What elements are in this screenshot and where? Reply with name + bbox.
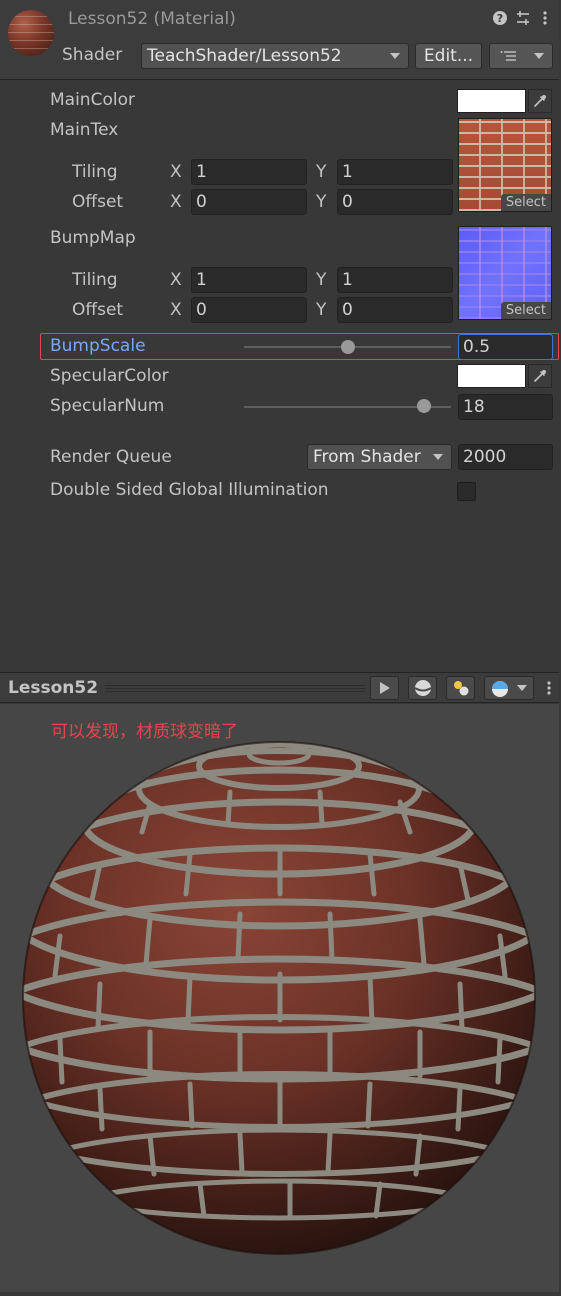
main-tex-tiling-y-field[interactable]: 1 [337, 159, 453, 185]
preview-background-button[interactable] [484, 676, 534, 700]
material-preview-area[interactable]: 可以发现，材质球变暗了 [0, 704, 559, 1292]
bump-map-select-button[interactable]: Select [500, 302, 551, 319]
specular-color-swatch[interactable] [457, 364, 526, 388]
main-tex-offset-x-field[interactable]: 0 [191, 189, 307, 215]
main-tex-offset-y-label: Y [316, 192, 327, 212]
skybox-icon [492, 681, 508, 697]
main-tex-tiling-x-label: X [170, 162, 182, 182]
play-icon [379, 682, 390, 694]
list-icon [500, 51, 516, 61]
chevron-down-icon [517, 685, 527, 691]
bump-map-offset-y-label: Y [316, 300, 327, 320]
preview-drag-handle[interactable] [105, 684, 365, 692]
specular-color-picker-button[interactable] [528, 364, 552, 388]
bump-map-tiling-x-label: X [170, 270, 182, 290]
preview-lighting-button[interactable] [446, 676, 475, 700]
bump-map-tiling-x-field[interactable]: 1 [191, 267, 307, 293]
bump-scale-label: BumpScale [50, 336, 146, 356]
preview-menu-icon[interactable] [545, 680, 553, 700]
bump-map-offset-label: Offset [72, 300, 124, 320]
main-color-label: MainColor [50, 90, 135, 110]
bump-map-label: BumpMap [50, 228, 136, 248]
bump-map-offset-x-label: X [170, 300, 182, 320]
shader-label: Shader [62, 45, 123, 65]
double-sided-gi-checkbox[interactable] [457, 482, 476, 501]
brick-sphere-preview [22, 741, 536, 1255]
chevron-down-icon [534, 53, 544, 59]
chevron-down-icon [390, 53, 400, 59]
main-tex-tiling-x-field[interactable]: 1 [191, 159, 307, 185]
specular-color-label: SpecularColor [50, 366, 169, 386]
specular-num-slider-thumb[interactable] [417, 399, 431, 413]
main-color-swatch[interactable] [457, 89, 526, 113]
double-sided-gi-label: Double Sided Global Illumination [50, 480, 329, 500]
main-tex-select-button[interactable]: Select [500, 194, 551, 211]
help-icon[interactable]: ? [492, 10, 508, 30]
bump-map-tiling-y-field[interactable]: 1 [337, 267, 453, 293]
render-queue-mode: From Shader [313, 447, 421, 467]
bump-map-slot[interactable]: Select [458, 226, 552, 320]
main-tex-offset-label: Offset [72, 192, 124, 212]
specular-num-label: SpecularNum [50, 396, 165, 416]
main-tex-offset-x-label: X [170, 192, 182, 212]
bump-map-tiling-label: Tiling [72, 270, 118, 290]
play-animation-button[interactable] [370, 676, 399, 700]
main-tex-tiling-label: Tiling [72, 162, 118, 182]
preview-annotation: 可以发现，材质球变暗了 [51, 722, 238, 742]
main-tex-offset-y-field[interactable]: 0 [337, 189, 453, 215]
main-tex-label: MainTex [50, 120, 119, 140]
preview-title: Lesson52 [8, 678, 99, 698]
list-options-button[interactable] [489, 43, 553, 69]
shader-dropdown-value: TeachShader/Lesson52 [147, 46, 342, 66]
lights-icon [453, 681, 468, 696]
eyedropper-icon [534, 95, 546, 107]
preset-icon[interactable] [515, 10, 531, 30]
material-thumbnail [8, 10, 54, 56]
svg-text:?: ? [497, 12, 503, 25]
render-queue-dropdown[interactable]: From Shader [307, 444, 452, 470]
bump-scale-slider-thumb[interactable] [341, 340, 355, 354]
specular-num-field[interactable]: 18 [458, 394, 553, 420]
main-tex-tiling-y-label: Y [316, 162, 327, 182]
main-color-picker-button[interactable] [528, 89, 552, 113]
shader-dropdown[interactable]: TeachShader/Lesson52 [141, 43, 409, 69]
render-queue-label: Render Queue [50, 447, 172, 467]
bump-scale-field[interactable]: 0.5 [458, 334, 553, 360]
eyedropper-icon [534, 370, 546, 382]
chevron-down-icon [433, 454, 443, 460]
bump-map-offset-y-field[interactable]: 0 [337, 297, 453, 323]
sphere-icon [413, 680, 432, 696]
edit-shader-button[interactable]: Edit... [415, 43, 482, 69]
bump-map-tiling-y-label: Y [316, 270, 327, 290]
render-queue-field[interactable]: 2000 [458, 444, 553, 470]
bump-map-offset-x-field[interactable]: 0 [191, 297, 307, 323]
menu-icon[interactable] [541, 10, 549, 30]
preview-mesh-button[interactable] [408, 676, 437, 700]
main-tex-slot[interactable]: Select [458, 118, 552, 212]
material-title: Lesson52 (Material) [68, 9, 236, 29]
